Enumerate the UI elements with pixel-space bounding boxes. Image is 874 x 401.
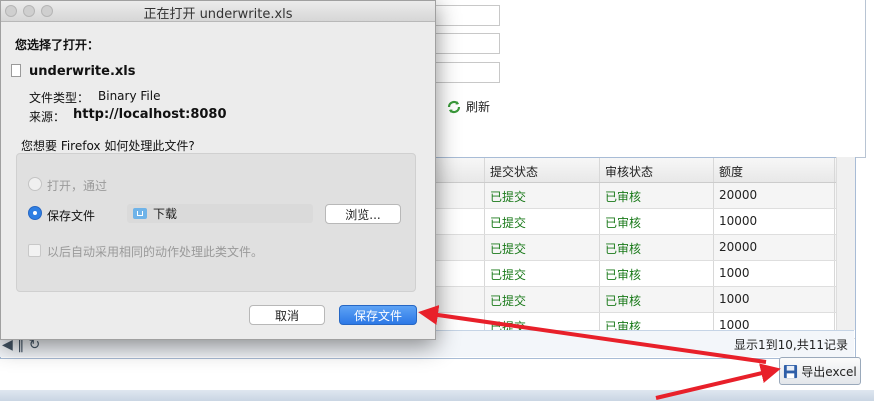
- export-excel-button[interactable]: 导出excel: [779, 357, 861, 385]
- row-review-cell: 已审核: [600, 235, 714, 260]
- query-input-2[interactable]: [430, 33, 500, 54]
- grid-header-amount[interactable]: 额度: [714, 158, 835, 182]
- floppy-save-icon: [784, 364, 798, 378]
- row-status-cell: 已提交: [485, 235, 600, 260]
- grid-header-review[interactable]: 审核状态: [600, 158, 714, 182]
- dialog-titlebar[interactable]: 正在打开 underwrite.xls: [1, 1, 435, 22]
- auto-action-checkbox[interactable]: [28, 244, 41, 257]
- row-amount-cell: 20000: [714, 183, 835, 208]
- row-status-cell: 已提交: [485, 183, 600, 208]
- row-review-cell: 已审核: [600, 287, 714, 312]
- open-with-radio[interactable]: [28, 177, 42, 191]
- browse-button[interactable]: 浏览...: [325, 204, 401, 224]
- auto-action-label: 以后自动采用相同的动作处理此类文件。: [47, 245, 264, 259]
- export-excel-label: 导出excel: [801, 364, 857, 379]
- row-review-cell: 已审核: [600, 209, 714, 234]
- row-review-cell: 已审核: [600, 261, 714, 286]
- row-amount-cell: 1000: [714, 287, 835, 312]
- row-amount-cell: 10000: [714, 209, 835, 234]
- file-type-value: Binary File: [98, 89, 161, 103]
- source-value: http://localhost:8080: [73, 107, 227, 122]
- dialog-title: 正在打开 underwrite.xls: [143, 7, 293, 22]
- row-amount-cell: 1000: [714, 261, 835, 286]
- row-status-cell: 已提交: [485, 261, 600, 286]
- row-review-cell: 已审核: [600, 183, 714, 208]
- save-folder-name: 下载: [153, 207, 178, 221]
- open-with-label: 打开，通过: [47, 179, 108, 193]
- cancel-button[interactable]: 取消: [249, 305, 325, 325]
- save-file-label: 保存文件: [47, 209, 96, 223]
- refresh-icon: [447, 100, 461, 113]
- row-status-cell: 已提交: [485, 209, 600, 234]
- save-file-radio[interactable]: [28, 206, 42, 220]
- source-label: 来源：: [29, 110, 66, 124]
- row-amount-cell: 20000: [714, 235, 835, 260]
- save-folder-field[interactable]: 下载: [127, 204, 313, 223]
- query-input-1[interactable]: [430, 5, 500, 26]
- bottom-strip: [0, 390, 874, 401]
- refresh-label: 刷新: [466, 100, 491, 114]
- file-icon: [11, 64, 21, 77]
- file-type-label: 文件类型：: [29, 91, 90, 105]
- save-file-button[interactable]: 保存文件: [339, 305, 417, 325]
- file-name: underwrite.xls: [29, 64, 136, 79]
- row-status-cell: 已提交: [485, 287, 600, 312]
- pager-info: 显示1到10,共11记录: [734, 338, 848, 352]
- chosen-label: 您选择了打开：: [15, 38, 100, 52]
- folder-download-icon: [133, 208, 147, 219]
- query-input-3[interactable]: [430, 62, 500, 83]
- open-file-dialog: 正在打开 underwrite.xls 您选择了打开： underwrite.x…: [0, 0, 436, 340]
- grid-scrollbar[interactable]: [836, 157, 855, 330]
- grid-header-status[interactable]: 提交状态: [485, 158, 600, 182]
- handling-question: 您想要 Firefox 如何处理此文件?: [21, 139, 195, 153]
- refresh-button[interactable]: 刷新: [446, 98, 490, 115]
